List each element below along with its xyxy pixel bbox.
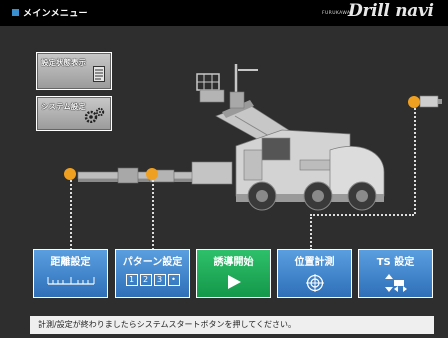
pattern-digit-1: 1 — [125, 274, 138, 286]
pattern-setting-button[interactable]: パターン設定 1 2 3 • — [115, 249, 190, 298]
connector-line-ts-vertical — [414, 108, 416, 214]
pattern-numbers-icon: 1 2 3 • — [116, 274, 189, 286]
connector-line-distance — [70, 180, 72, 250]
ruler-icon — [34, 274, 107, 286]
marker-dot-distance — [64, 168, 76, 180]
move-arrows-icon — [359, 274, 432, 292]
status-message: 計測/設定が終わりましたらシステムスタートボタンを押してください。 — [38, 320, 296, 329]
pattern-digit-2: 2 — [139, 274, 152, 286]
pattern-digit-more: • — [167, 274, 180, 286]
distance-setting-label: 距離設定 — [50, 257, 91, 268]
distance-setting-button[interactable]: 距離設定 — [33, 249, 108, 298]
marker-dot-pattern — [146, 168, 158, 180]
marker-dot-ts — [408, 96, 420, 108]
pattern-setting-label: パターン設定 — [122, 257, 183, 268]
crosshair-icon — [278, 274, 351, 292]
guidance-start-label: 誘導開始 — [213, 257, 254, 268]
position-measurement-button[interactable]: 位置計測 — [277, 249, 352, 298]
main-menu-screen: メインメニュー FURUKAWA Drill navi 設定状態表示 システム設… — [0, 0, 448, 338]
ts-setting-button[interactable]: TS 設定 — [358, 249, 433, 298]
pattern-digit-3: 3 — [153, 274, 166, 286]
play-icon — [197, 274, 270, 290]
status-bar: 計測/設定が終わりましたらシステムスタートボタンを押してください。 — [30, 316, 434, 334]
position-measurement-label: 位置計測 — [294, 257, 335, 268]
connector-line-measure — [310, 214, 312, 250]
connector-line-ts-horizontal — [310, 214, 414, 216]
guidance-start-button[interactable]: 誘導開始 — [196, 249, 271, 298]
ts-setting-label: TS 設定 — [376, 257, 415, 268]
connector-line-pattern — [152, 180, 154, 250]
